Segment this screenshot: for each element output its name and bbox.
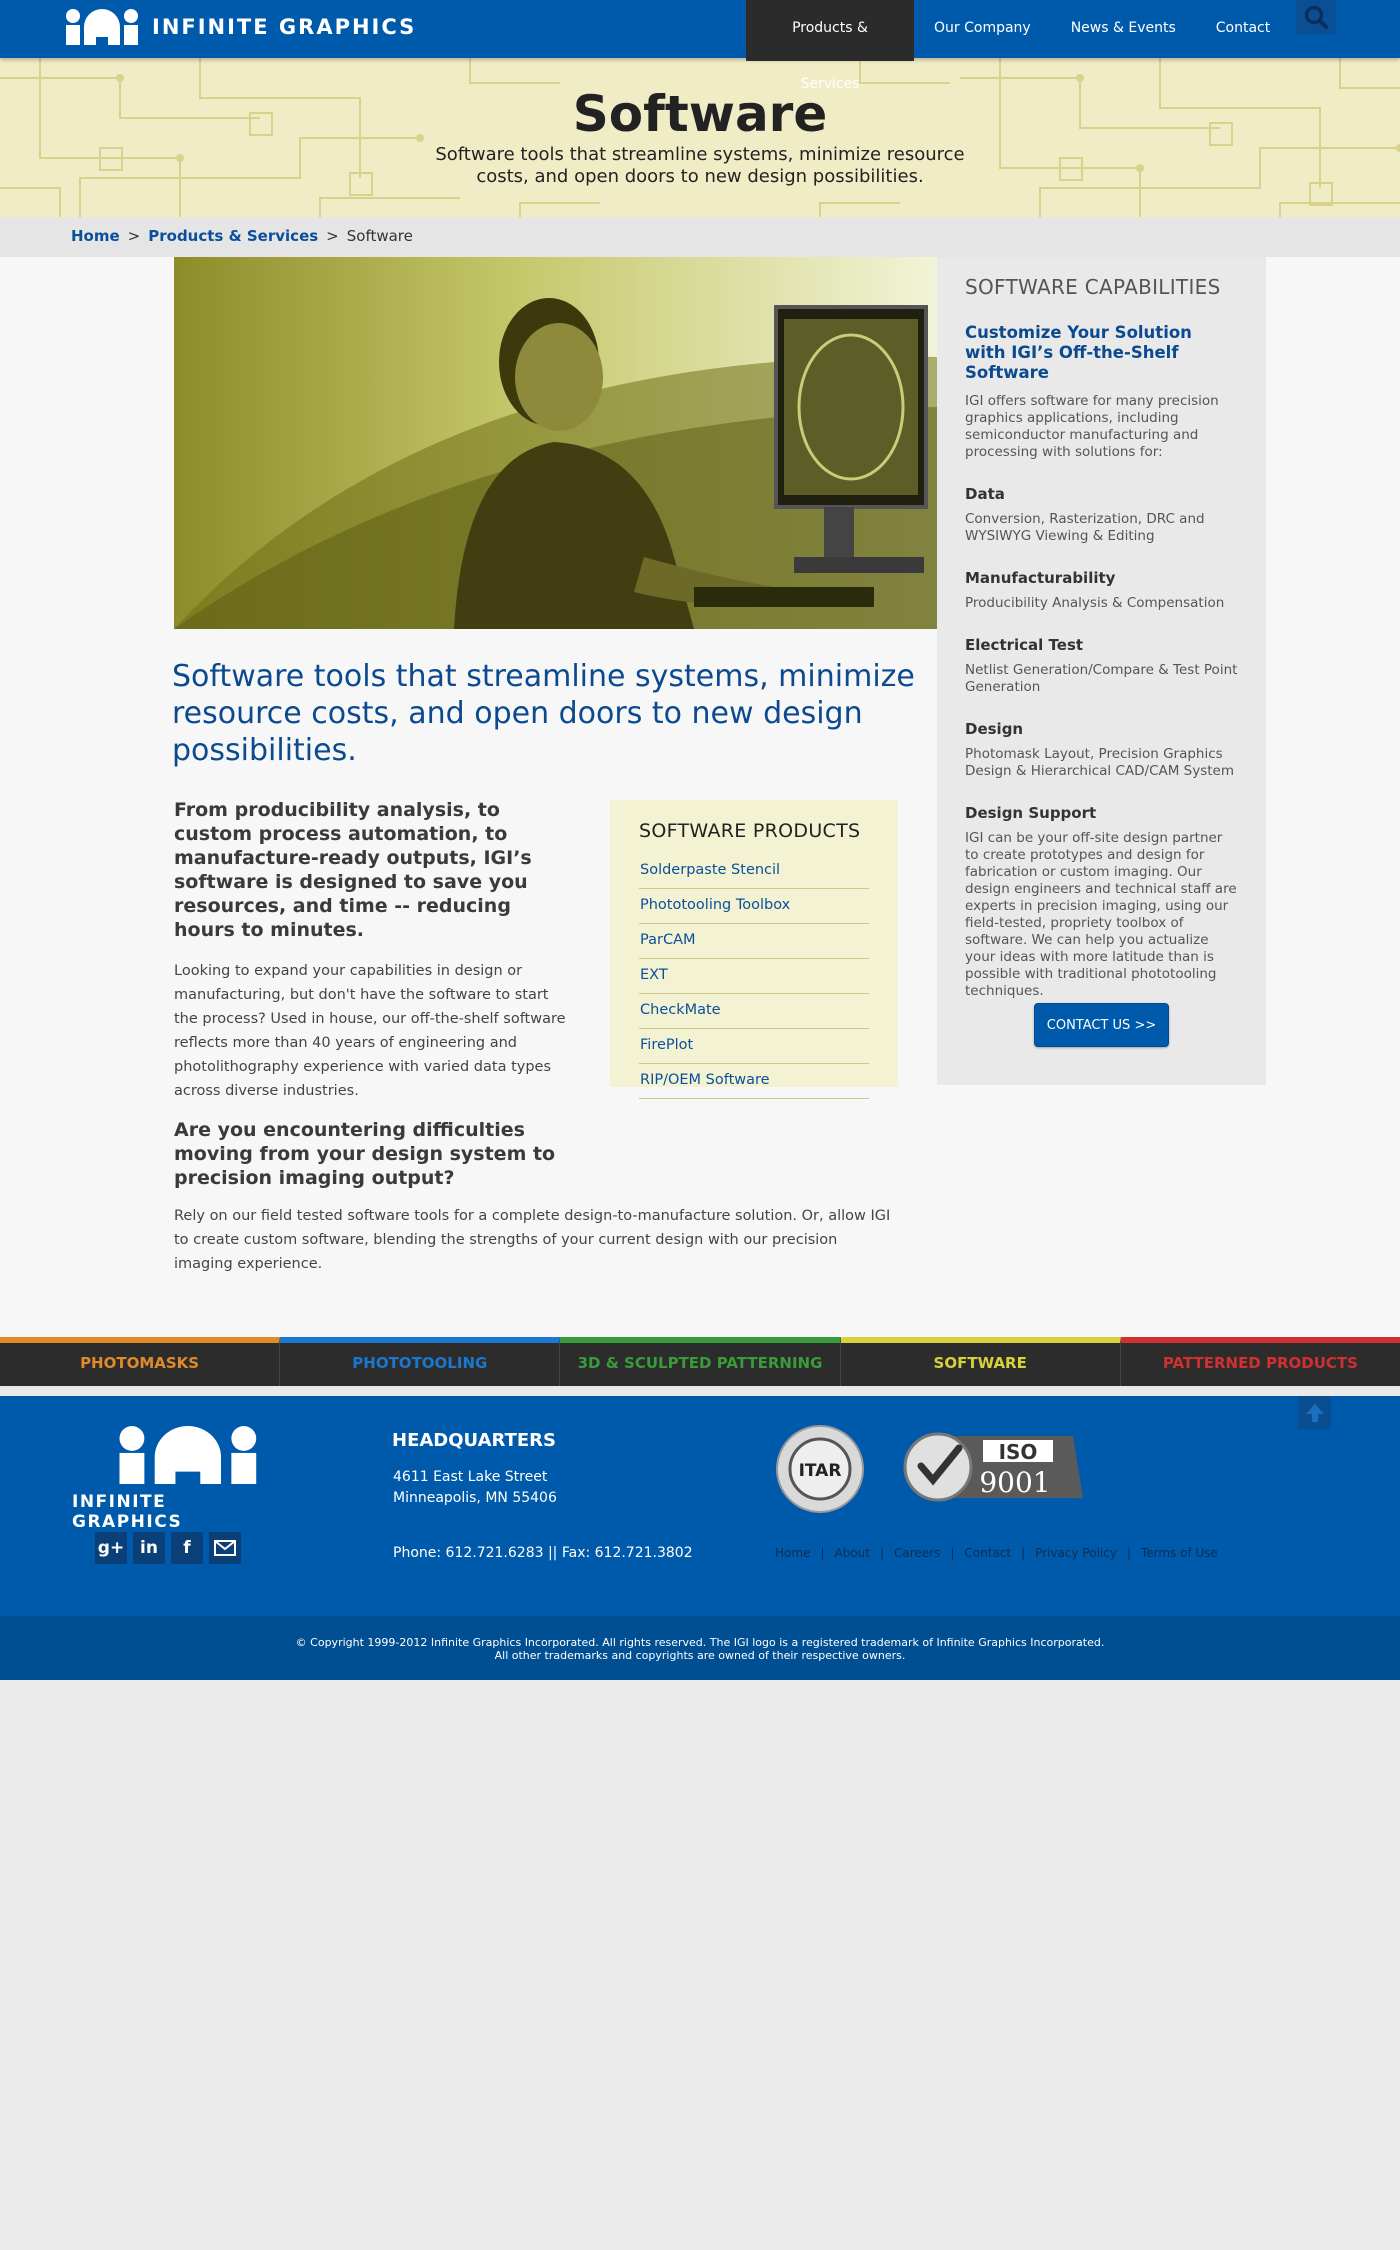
email-icon[interactable] <box>209 1532 241 1564</box>
igi-logo-icon <box>119 1426 257 1484</box>
igi-logo-icon <box>66 9 138 45</box>
contact-us-button[interactable]: CONTACT US >> <box>1034 1003 1169 1047</box>
footer-link-careers[interactable]: Careers <box>894 1546 940 1560</box>
nav-products-services[interactable]: Products & Services <box>746 0 914 92</box>
linkedin-icon[interactable]: in <box>133 1532 165 1564</box>
footer-logo[interactable]: INFINITE GRAPHICS <box>72 1426 272 1532</box>
engineer-at-computer-image <box>174 257 938 629</box>
search-icon <box>1304 5 1328 29</box>
body-paragraph: Rely on our field tested software tools … <box>174 1208 891 1272</box>
footer-logo-text: INFINITE GRAPHICS <box>72 1492 183 1532</box>
search-button[interactable] <box>1296 0 1336 34</box>
lead-paragraph: From producibility analysis, to custom p… <box>174 799 532 941</box>
main-nav: Products & Services Our Company News & E… <box>746 0 1290 92</box>
iso-9001-seal-icon: ISO 9001 <box>903 1432 1083 1506</box>
product-link-phototooling-toolbox[interactable]: Phototooling Toolbox <box>639 889 869 924</box>
site-header: INFINITE GRAPHICS Products & Services Ou… <box>0 0 1400 92</box>
social-links: g+ in f <box>95 1532 241 1564</box>
phone-fax: Phone: 612.721.6283 || Fax: 612.721.3802 <box>393 1545 693 1561</box>
page-title: Software <box>572 85 828 143</box>
nav-news-events[interactable]: News & Events <box>1051 0 1196 58</box>
capabilities-subtitle: Customize Your Solution with IGI’s Off-t… <box>965 323 1192 382</box>
footer-link-separator: | <box>879 1546 885 1560</box>
iso-number: 9001 <box>979 1466 1050 1499</box>
capability-heading-manufacturability: Manufacturability <box>965 569 1116 587</box>
category-nav-bar: PHOTOMASKS PHOTOTOOLING 3D & SCULPTED PA… <box>0 1337 1400 1386</box>
product-link-checkmate[interactable]: CheckMate <box>639 994 869 1029</box>
product-link-rip-oem-software[interactable]: RIP/OEM Software <box>639 1064 869 1099</box>
category-tab-photomasks[interactable]: PHOTOMASKS <box>0 1337 281 1386</box>
footer-link-separator: | <box>1126 1546 1131 1560</box>
capabilities-title: SOFTWARE CAPABILITIES <box>965 275 1221 299</box>
body-paragraph: Looking to expand your capabilities in d… <box>174 963 566 1099</box>
back-to-top-button[interactable] <box>1298 1396 1331 1429</box>
capability-heading-design-support: Design Support <box>965 804 1097 822</box>
software-capabilities-sidebar: SOFTWARE CAPABILITIES Customize Your Sol… <box>937 257 1266 1085</box>
capability-text: Netlist Generation/Compare & Test Point … <box>965 662 1238 695</box>
capabilities-intro: IGI offers software for many precision g… <box>965 393 1219 460</box>
breadcrumb-current: Software <box>346 227 413 245</box>
google-plus-icon[interactable]: g+ <box>95 1532 127 1564</box>
footer-link-separator: | <box>950 1546 955 1560</box>
iso-label: ISO <box>999 1440 1038 1464</box>
software-products-box: SOFTWARE PRODUCTS Solderpaste Stencil Ph… <box>610 800 898 1099</box>
breadcrumb-home[interactable]: Home <box>71 227 120 245</box>
category-tab-3d-sculpted-patterning[interactable]: 3D & SCULPTED PATTERNING <box>560 1337 841 1386</box>
footer-link-privacy-policy[interactable]: Privacy Policy <box>1035 1546 1117 1560</box>
footer-link-home[interactable]: Home <box>775 1546 810 1560</box>
main-heading: Software tools that streamline systems, … <box>172 659 915 768</box>
main-content: Software tools that streamline systems, … <box>0 257 1400 1337</box>
capability-heading-data: Data <box>965 485 1005 503</box>
footer-link-separator: | <box>1021 1546 1026 1560</box>
itar-seal-icon: ITAR <box>775 1424 865 1518</box>
breadcrumb-products-services[interactable]: Products & Services <box>148 227 318 245</box>
breadcrumb: Home > Products & Services > Software <box>71 227 413 245</box>
site-logo[interactable]: INFINITE GRAPHICS <box>64 9 416 45</box>
itar-label: ITAR <box>799 1461 842 1481</box>
product-link-ext[interactable]: EXT <box>639 959 869 994</box>
footer-link-contact[interactable]: Contact <box>964 1546 1011 1560</box>
capability-text: Photomask Layout, Precision Graphics Des… <box>965 746 1235 779</box>
product-link-solderpaste-stencil[interactable]: Solderpaste Stencil <box>639 854 869 889</box>
category-tab-patterned-products[interactable]: PATTERNED PRODUCTS <box>1120 1337 1400 1386</box>
site-footer: INFINITE GRAPHICS g+ in f HEADQUARTERS 4… <box>0 1396 1400 1616</box>
copyright-line-1: © Copyright 1999-2012 Infinite Graphics … <box>295 1636 1105 1649</box>
arrow-up-icon <box>1305 1403 1324 1422</box>
product-link-parcam[interactable]: ParCAM <box>639 924 869 959</box>
capability-heading-design: Design <box>965 720 1024 738</box>
footer-link-terms-of-use[interactable]: Terms of Use <box>1141 1546 1218 1560</box>
nav-contact[interactable]: Contact <box>1196 0 1290 58</box>
copyright-line-2: All other trademarks and copyrights are … <box>494 1649 906 1662</box>
category-tab-phototooling[interactable]: PHOTOTOOLING <box>280 1337 561 1386</box>
page-subtitle: Software tools that streamline systems, … <box>435 144 965 187</box>
address-line-1: 4611 East Lake Street <box>393 1469 548 1485</box>
footer-link-about[interactable]: About <box>834 1546 869 1560</box>
breadcrumb-bar: Home > Products & Services > Software <box>0 217 1400 257</box>
breadcrumb-separator: > <box>326 227 339 245</box>
hero-banner: Software Software tools that streamline … <box>0 58 1400 217</box>
capability-heading-electrical-test: Electrical Test <box>965 636 1084 654</box>
capability-text: Producibility Analysis & Compensation <box>965 595 1225 611</box>
breadcrumb-separator: > <box>127 227 141 245</box>
logo-text: INFINITE GRAPHICS <box>152 15 417 39</box>
capability-text: Conversion, Rasterization, DRC and WYSIW… <box>965 511 1205 544</box>
section-subheading: Are you encountering difficulties moving… <box>174 1119 556 1189</box>
facebook-icon[interactable]: f <box>171 1532 203 1564</box>
category-tab-software[interactable]: SOFTWARE <box>840 1337 1121 1386</box>
capability-text: IGI can be your off-site design partner … <box>965 830 1237 999</box>
address-line-2: Minneapolis, MN 55406 <box>393 1490 557 1506</box>
footer-link-separator: | <box>820 1546 825 1560</box>
software-products-title: SOFTWARE PRODUCTS <box>639 820 861 842</box>
nav-our-company[interactable]: Our Company <box>914 0 1051 58</box>
footer-links: Home | About | Careers | Contact | Priva… <box>775 1546 1218 1560</box>
product-link-fireplot[interactable]: FirePlot <box>639 1029 869 1064</box>
headquarters-title: HEADQUARTERS <box>392 1430 556 1451</box>
copyright-bar: © Copyright 1999-2012 Infinite Graphics … <box>0 1616 1400 1680</box>
